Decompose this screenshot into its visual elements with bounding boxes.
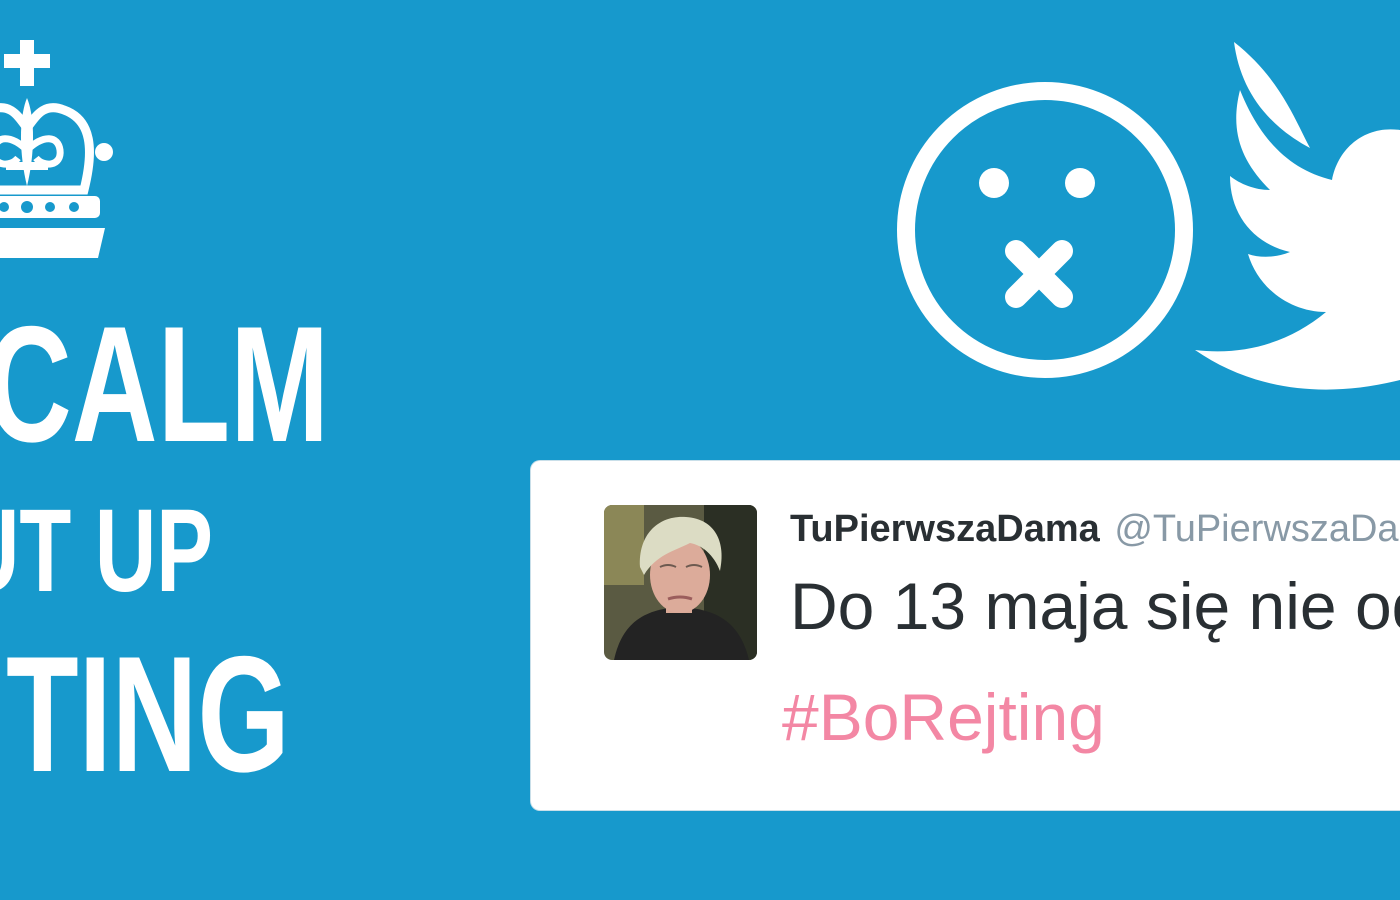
poster-line-shut-up: UT UP <box>0 485 213 617</box>
tweet-card[interactable]: TuPierwszaDama @TuPierwszaDama Do 13 maj… <box>531 461 1400 810</box>
crown-icon <box>0 40 113 258</box>
tweet-hashtag[interactable]: #BoRejting <box>782 679 1105 755</box>
twitter-bird-icon <box>1195 42 1400 390</box>
tweet-text: Do 13 maja się nie odzywam <box>790 569 1400 643</box>
poster-line-rejting: JTING <box>0 622 290 806</box>
poster-line-calm: CALM <box>0 292 330 476</box>
tweet-header: TuPierwszaDama @TuPierwszaDama <box>790 507 1400 551</box>
tweet-handle[interactable]: @TuPierwszaDama <box>1114 508 1400 550</box>
tweet-display-name[interactable]: TuPierwszaDama <box>790 508 1100 550</box>
silenced-face-icon <box>897 82 1193 378</box>
profile-avatar <box>604 505 757 660</box>
